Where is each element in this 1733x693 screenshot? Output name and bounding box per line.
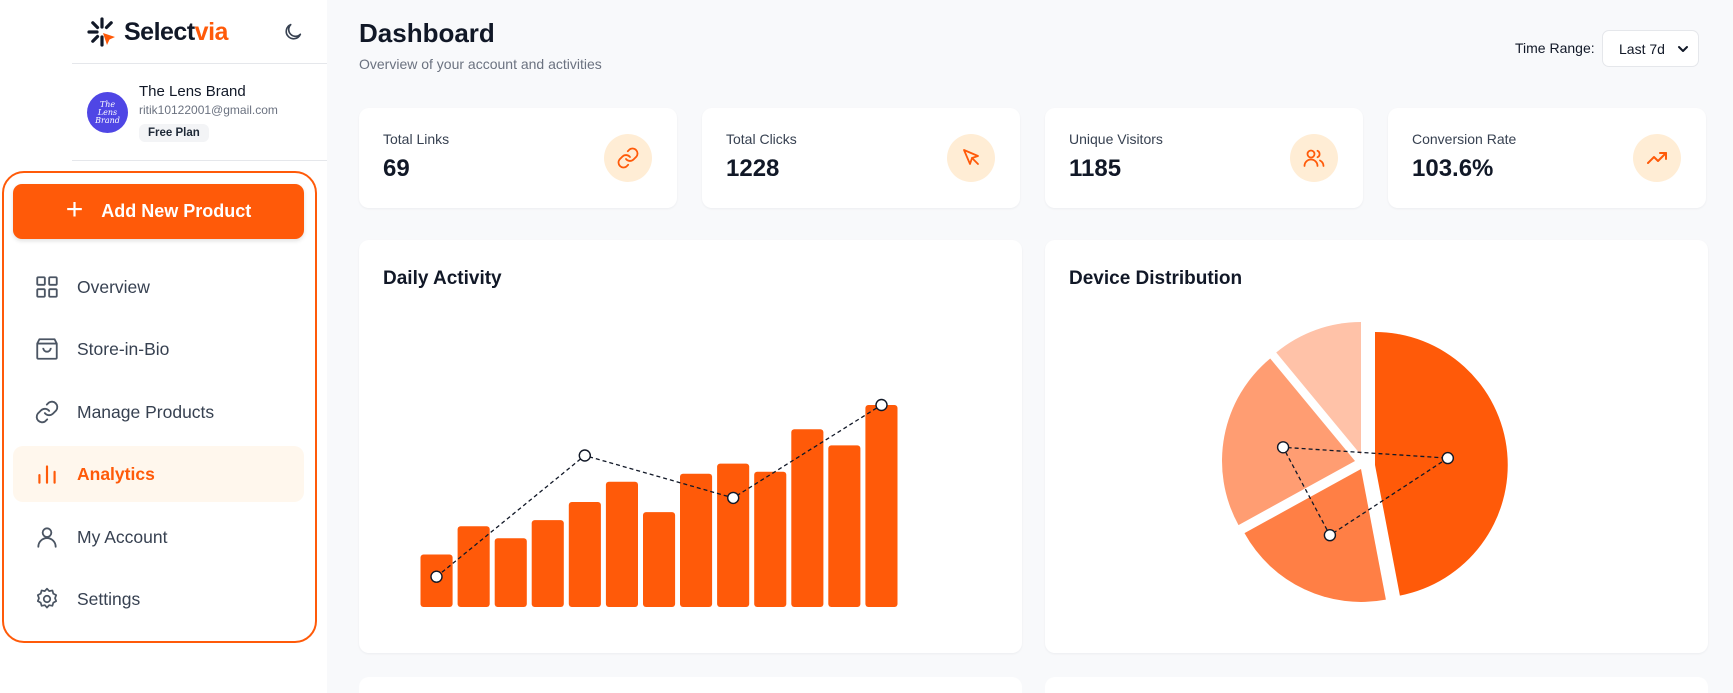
sidebar-item-label: My Account	[77, 526, 168, 547]
sidebar: Selectvia The Lens Brand The Lens Brand …	[0, 0, 327, 693]
bar	[680, 473, 713, 607]
chevron-down-icon	[1678, 46, 1688, 52]
bar	[791, 429, 824, 607]
trend-point	[727, 491, 740, 505]
user-icon	[34, 524, 60, 550]
stat-label: Conversion Rate	[1412, 131, 1517, 147]
link-icon	[604, 134, 652, 182]
bar	[754, 471, 787, 607]
pie-slice	[1375, 332, 1508, 596]
add-new-product-button[interactable]: + Add New Product	[13, 184, 304, 239]
daily-activity-chart	[420, 398, 898, 607]
grid-icon	[34, 274, 60, 300]
avatar-text: The Lens Brand	[95, 99, 120, 125]
user-profile: The Lens Brand The Lens Brand ritik10122…	[72, 64, 327, 161]
gear-icon	[34, 586, 60, 612]
trend-point	[875, 398, 888, 412]
avatar: The Lens Brand	[87, 92, 128, 133]
pie-point	[1323, 529, 1337, 542]
bar	[531, 520, 564, 607]
page-title: Dashboard	[359, 18, 495, 48]
stat-card-total-clicks: Total Clicks 1228	[702, 108, 1020, 208]
stat-label: Unique Visitors	[1069, 131, 1163, 147]
cursor-icon	[947, 134, 995, 182]
sidebar-item-manage-products[interactable]: Manage Products	[13, 384, 304, 440]
brand-name: Selectvia	[124, 18, 228, 47]
sidebar-item-analytics[interactable]: Analytics	[13, 446, 304, 502]
bar	[717, 463, 750, 607]
bar	[568, 502, 601, 607]
lower-card-left	[359, 677, 1022, 693]
link-icon	[34, 399, 60, 425]
bar	[457, 526, 490, 607]
brand-header: Selectvia	[72, 0, 327, 64]
sidebar-item-label: Store-in-Bio	[77, 338, 170, 359]
stat-value: 1185	[1069, 155, 1122, 182]
sidebar-item-store-in-bio[interactable]: Store-in-Bio	[13, 321, 304, 377]
trend-point	[578, 449, 592, 462]
sidebar-item-label: Manage Products	[77, 401, 215, 422]
bar	[865, 405, 898, 607]
stat-card-unique-visitors: Unique Visitors 1185	[1045, 108, 1363, 208]
sidebar-item-label: Overview	[77, 276, 150, 297]
moon-icon[interactable]	[282, 21, 304, 43]
lower-card-right	[1045, 677, 1708, 693]
profile-email: ritik10122001@gmail.com	[139, 103, 278, 117]
stat-card-total-links: Total Links 69	[359, 108, 677, 208]
sidebar-item-label: Settings	[77, 588, 141, 609]
users-icon	[1290, 134, 1338, 182]
device-distribution-chart	[1222, 322, 1508, 602]
trend-point	[430, 570, 443, 583]
time-range-select[interactable]: Last 7d	[1602, 30, 1699, 67]
shopping-bag-icon	[34, 336, 60, 362]
bar	[828, 445, 861, 607]
add-new-product-label: Add New Product	[101, 201, 252, 221]
time-range-label: Time Range:	[1515, 40, 1595, 56]
page-subtitle: Overview of your account and activities	[359, 56, 602, 72]
profile-name: The Lens Brand	[139, 83, 246, 100]
stat-value: 69	[383, 155, 410, 182]
bar	[643, 512, 676, 607]
sidebar-item-label: Analytics	[77, 463, 155, 484]
plan-badge: Free Plan	[139, 124, 209, 142]
time-range-value: Last 7d	[1619, 40, 1665, 57]
device-distribution-card: Device Distribution	[1045, 240, 1708, 653]
daily-activity-card: Daily Activity	[359, 240, 1022, 653]
brand-logo-icon	[87, 17, 115, 47]
brand-name-accent: via	[194, 18, 229, 46]
sidebar-item-my-account[interactable]: My Account	[13, 509, 304, 565]
trending-up-icon	[1633, 134, 1681, 182]
stat-label: Total Links	[383, 131, 450, 147]
main-content: Dashboard Overview of your account and a…	[327, 0, 1733, 693]
pie-point	[1276, 441, 1290, 454]
sidebar-item-settings[interactable]: Settings	[13, 571, 304, 627]
bar	[605, 481, 638, 607]
stat-value: 103.6%	[1412, 155, 1494, 182]
brand-name-main: Select	[124, 18, 195, 46]
pie-point	[1441, 451, 1454, 465]
stat-value: 1228	[726, 155, 780, 182]
stat-label: Total Clicks	[726, 131, 797, 147]
bar-chart-icon	[34, 461, 60, 487]
bar	[494, 538, 527, 607]
plus-icon: +	[65, 193, 84, 226]
sidebar-item-overview[interactable]: Overview	[13, 259, 304, 315]
stat-card-conversion-rate: Conversion Rate 103.6%	[1388, 108, 1706, 208]
